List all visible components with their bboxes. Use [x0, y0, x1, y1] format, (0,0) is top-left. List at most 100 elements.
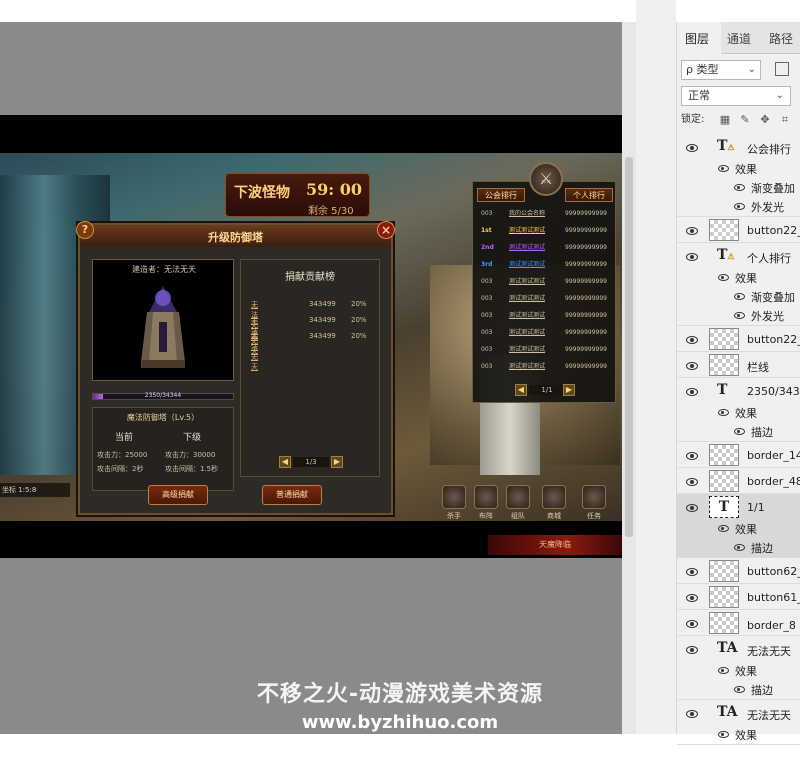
layer-name[interactable]: 公会排行: [747, 141, 791, 157]
layer-row[interactable]: border_48: [677, 468, 800, 494]
bottom-menu-button[interactable]: 商城: [540, 485, 568, 525]
layer-row[interactable]: TA 无法无天 效果: [677, 700, 800, 745]
visibility-eye-icon[interactable]: [717, 730, 731, 740]
rank-name[interactable]: 测试测试测试: [509, 242, 545, 253]
next-page-icon[interactable]: ▶: [563, 384, 575, 396]
layer-effect-item[interactable]: 效果: [717, 405, 757, 421]
layer-effect-item[interactable]: 渐变叠加: [733, 180, 795, 196]
visibility-eye-icon[interactable]: [685, 252, 699, 262]
visibility-eye-icon[interactable]: [733, 543, 747, 553]
tab-channels[interactable]: 通道: [727, 30, 751, 47]
layer-name[interactable]: button62_1: [747, 565, 800, 578]
layer-name[interactable]: 个人排行: [747, 250, 791, 266]
layer-effect-item[interactable]: 效果: [717, 270, 757, 286]
lock-artboard-icon[interactable]: ⌗: [779, 114, 791, 126]
visibility-eye-icon[interactable]: [733, 685, 747, 695]
layer-row[interactable]: T⚠ 个人排行 效果 渐变叠加 外发光: [677, 243, 800, 326]
next-page-icon[interactable]: ▶: [331, 456, 343, 468]
visibility-eye-icon[interactable]: [685, 226, 699, 236]
layer-name[interactable]: button22_1: [747, 224, 800, 237]
layer-effect-item[interactable]: 描边: [733, 540, 773, 556]
layer-name[interactable]: border_48: [747, 475, 800, 488]
layer-row[interactable]: border_8 副: [677, 610, 800, 636]
high-donate-button[interactable]: 高级捐献: [148, 485, 208, 505]
tab-paths[interactable]: 路径: [769, 30, 793, 47]
bottom-menu-button[interactable]: 任务: [580, 485, 608, 525]
visibility-eye-icon[interactable]: [685, 645, 699, 655]
layer-name[interactable]: button61_1: [747, 591, 800, 604]
rank-name[interactable]: 测试测试测试: [509, 327, 545, 338]
visibility-eye-icon[interactable]: [685, 567, 699, 577]
visibility-eye-icon[interactable]: [717, 524, 731, 534]
lock-pixels-icon[interactable]: ✎: [739, 114, 751, 126]
lock-transparency-icon[interactable]: ▦: [719, 114, 731, 126]
layer-name[interactable]: 无法无天: [747, 643, 791, 659]
event-banner[interactable]: 天魔降临: [488, 535, 622, 555]
visibility-eye-icon[interactable]: [733, 183, 747, 193]
layer-effect-item[interactable]: 效果: [717, 521, 757, 537]
layer-row[interactable]: TA 无法无天 效果 描边: [677, 636, 800, 700]
rank-name[interactable]: 测试测试测试: [509, 225, 545, 236]
visibility-eye-icon[interactable]: [733, 202, 747, 212]
layer-filter-select[interactable]: ρ 类型 ⌄: [681, 60, 761, 80]
rank-name[interactable]: 测试测试测试: [509, 361, 545, 372]
visibility-eye-icon[interactable]: [733, 427, 747, 437]
close-icon[interactable]: ×: [377, 221, 395, 239]
visibility-eye-icon[interactable]: [733, 292, 747, 302]
contributor-name[interactable]: 无法无天: [251, 332, 258, 372]
image-filter-icon[interactable]: [775, 62, 789, 76]
layer-effect-item[interactable]: 渐变叠加: [733, 289, 795, 305]
layer-effect-item[interactable]: 效果: [717, 161, 757, 177]
layer-name[interactable]: 1/1: [747, 501, 765, 514]
layer-effect-item[interactable]: 外发光: [733, 308, 784, 324]
visibility-eye-icon[interactable]: [685, 361, 699, 371]
layer-row[interactable]: border_14: [677, 442, 800, 468]
layer-row[interactable]: T 1/1 效果 描边: [677, 494, 800, 558]
prev-page-icon[interactable]: ◀: [279, 456, 291, 468]
layer-name[interactable]: border_14: [747, 449, 800, 462]
layer-row[interactable]: T 2350/34344 效果描边: [677, 378, 800, 442]
visibility-eye-icon[interactable]: [717, 273, 731, 283]
visibility-eye-icon[interactable]: [717, 408, 731, 418]
visibility-eye-icon[interactable]: [685, 143, 699, 153]
layer-name[interactable]: 无法无天: [747, 707, 791, 723]
layer-name[interactable]: button22_1: [747, 333, 800, 346]
prev-page-icon[interactable]: ◀: [515, 384, 527, 396]
layer-row[interactable]: button61_1: [677, 584, 800, 610]
layer-name[interactable]: 2350/34344: [747, 385, 800, 398]
layer-effect-item[interactable]: 描边: [733, 424, 773, 440]
visibility-eye-icon[interactable]: [717, 164, 731, 174]
visibility-eye-icon[interactable]: [685, 387, 699, 397]
rank-name[interactable]: 测试测试测试: [509, 293, 545, 304]
layer-row[interactable]: T⚠ 公会排行 效果 渐变叠加 外发光: [677, 134, 800, 217]
rank-name[interactable]: 我的公会名称: [509, 208, 545, 219]
visibility-eye-icon[interactable]: [717, 666, 731, 676]
layer-effect-item[interactable]: 效果: [717, 663, 757, 679]
tab-guild-ranking[interactable]: 公会排行: [477, 188, 525, 202]
visibility-eye-icon[interactable]: [685, 335, 699, 345]
blend-mode-select[interactable]: 正常 ⌄: [681, 86, 791, 106]
rank-name[interactable]: 测试测试测试: [509, 259, 545, 270]
bottom-menu-button[interactable]: 杀手: [440, 485, 468, 525]
visibility-eye-icon[interactable]: [685, 709, 699, 719]
rank-name[interactable]: 测试测试测试: [509, 344, 545, 355]
tab-layers[interactable]: 图层: [685, 30, 709, 47]
layer-effect-item[interactable]: 外发光: [733, 199, 784, 215]
lock-position-icon[interactable]: ✥: [759, 114, 771, 126]
rank-name[interactable]: 测试测试测试: [509, 276, 545, 287]
layer-row[interactable]: button22_1: [677, 217, 800, 243]
layer-effect-item[interactable]: 描边: [733, 682, 773, 698]
rank-name[interactable]: 测试测试测试: [509, 310, 545, 321]
layer-effect-item[interactable]: 效果: [717, 727, 757, 743]
visibility-eye-icon[interactable]: [733, 311, 747, 321]
layer-row[interactable]: button62_1: [677, 558, 800, 584]
help-icon[interactable]: ?: [76, 221, 94, 239]
bottom-menu-button[interactable]: 布阵: [472, 485, 500, 525]
visibility-eye-icon[interactable]: [685, 503, 699, 513]
tab-personal-ranking[interactable]: 个人排行: [565, 188, 613, 202]
layer-row[interactable]: button22_1: [677, 326, 800, 352]
layer-name[interactable]: 栏线: [747, 359, 769, 375]
normal-donate-button[interactable]: 普通捐献: [262, 485, 322, 505]
layer-name[interactable]: border_8 副: [747, 617, 800, 633]
visibility-eye-icon[interactable]: [685, 477, 699, 487]
